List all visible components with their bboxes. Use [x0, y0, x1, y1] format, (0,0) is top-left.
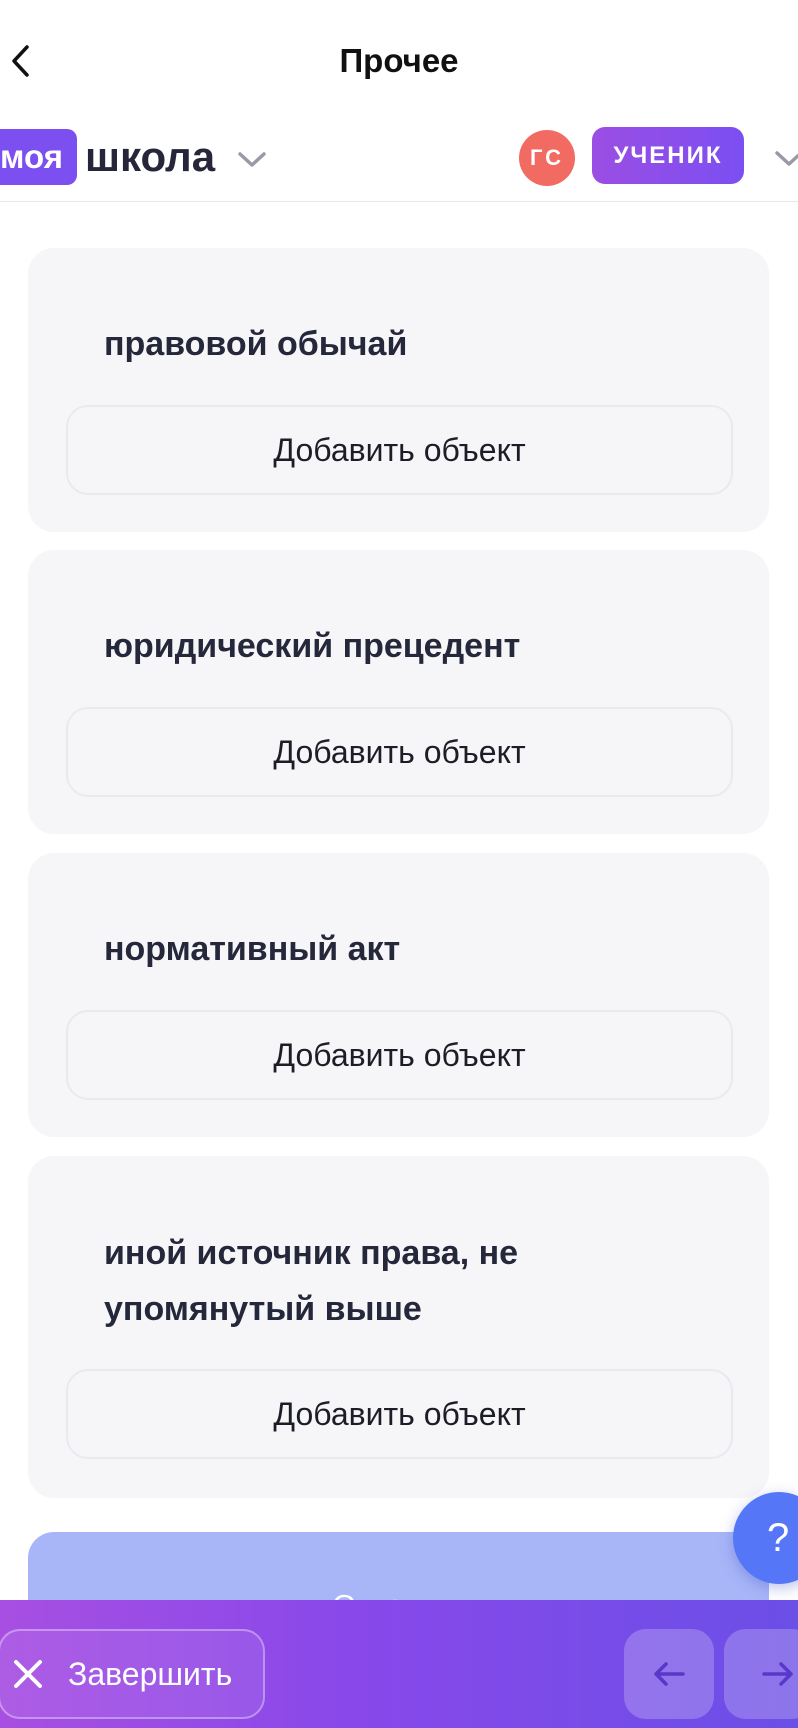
add-object-button[interactable]: Добавить объект	[66, 1010, 733, 1100]
bottom-bar: Завершить	[0, 1600, 798, 1728]
chevron-down-icon[interactable]	[237, 151, 267, 169]
school-logo[interactable]: моя школа	[0, 129, 267, 185]
role-badge[interactable]: УЧЕНИК	[592, 127, 744, 184]
brand-bar: моя школа ГС УЧЕНИК	[0, 120, 798, 202]
category-card: правовой обычай Добавить объект	[28, 248, 769, 532]
finish-button[interactable]: Завершить	[0, 1629, 265, 1719]
close-icon	[14, 1660, 42, 1688]
arrow-right-icon	[762, 1662, 793, 1686]
page-title: Прочее	[339, 42, 459, 79]
category-card: иной источник права, не упомянутый выше …	[28, 1156, 769, 1498]
category-card: юридический прецедент Добавить объект	[28, 550, 769, 834]
prev-button[interactable]	[624, 1629, 714, 1719]
add-object-button[interactable]: Добавить объект	[66, 707, 733, 797]
category-card: нормативный акт Добавить объект	[28, 853, 769, 1137]
category-title: нормативный акт	[104, 930, 401, 968]
chevron-down-icon[interactable]	[774, 150, 798, 168]
top-bar: Прочее	[0, 0, 798, 120]
add-object-button[interactable]: Добавить объект	[66, 405, 733, 495]
logo-pill: моя	[0, 129, 77, 185]
category-title: правовой обычай	[104, 325, 408, 363]
category-title: юридический прецедент	[104, 627, 521, 665]
avatar[interactable]: ГС	[519, 130, 575, 186]
next-button[interactable]	[724, 1629, 798, 1719]
question-icon: ?	[767, 1515, 790, 1560]
add-object-button[interactable]: Добавить объект	[66, 1369, 733, 1459]
category-title: иной источник права, не упомянутый выше	[104, 1234, 519, 1328]
logo-word: школа	[84, 133, 216, 180]
arrow-left-icon	[654, 1662, 685, 1686]
finish-label: Завершить	[68, 1655, 233, 1692]
